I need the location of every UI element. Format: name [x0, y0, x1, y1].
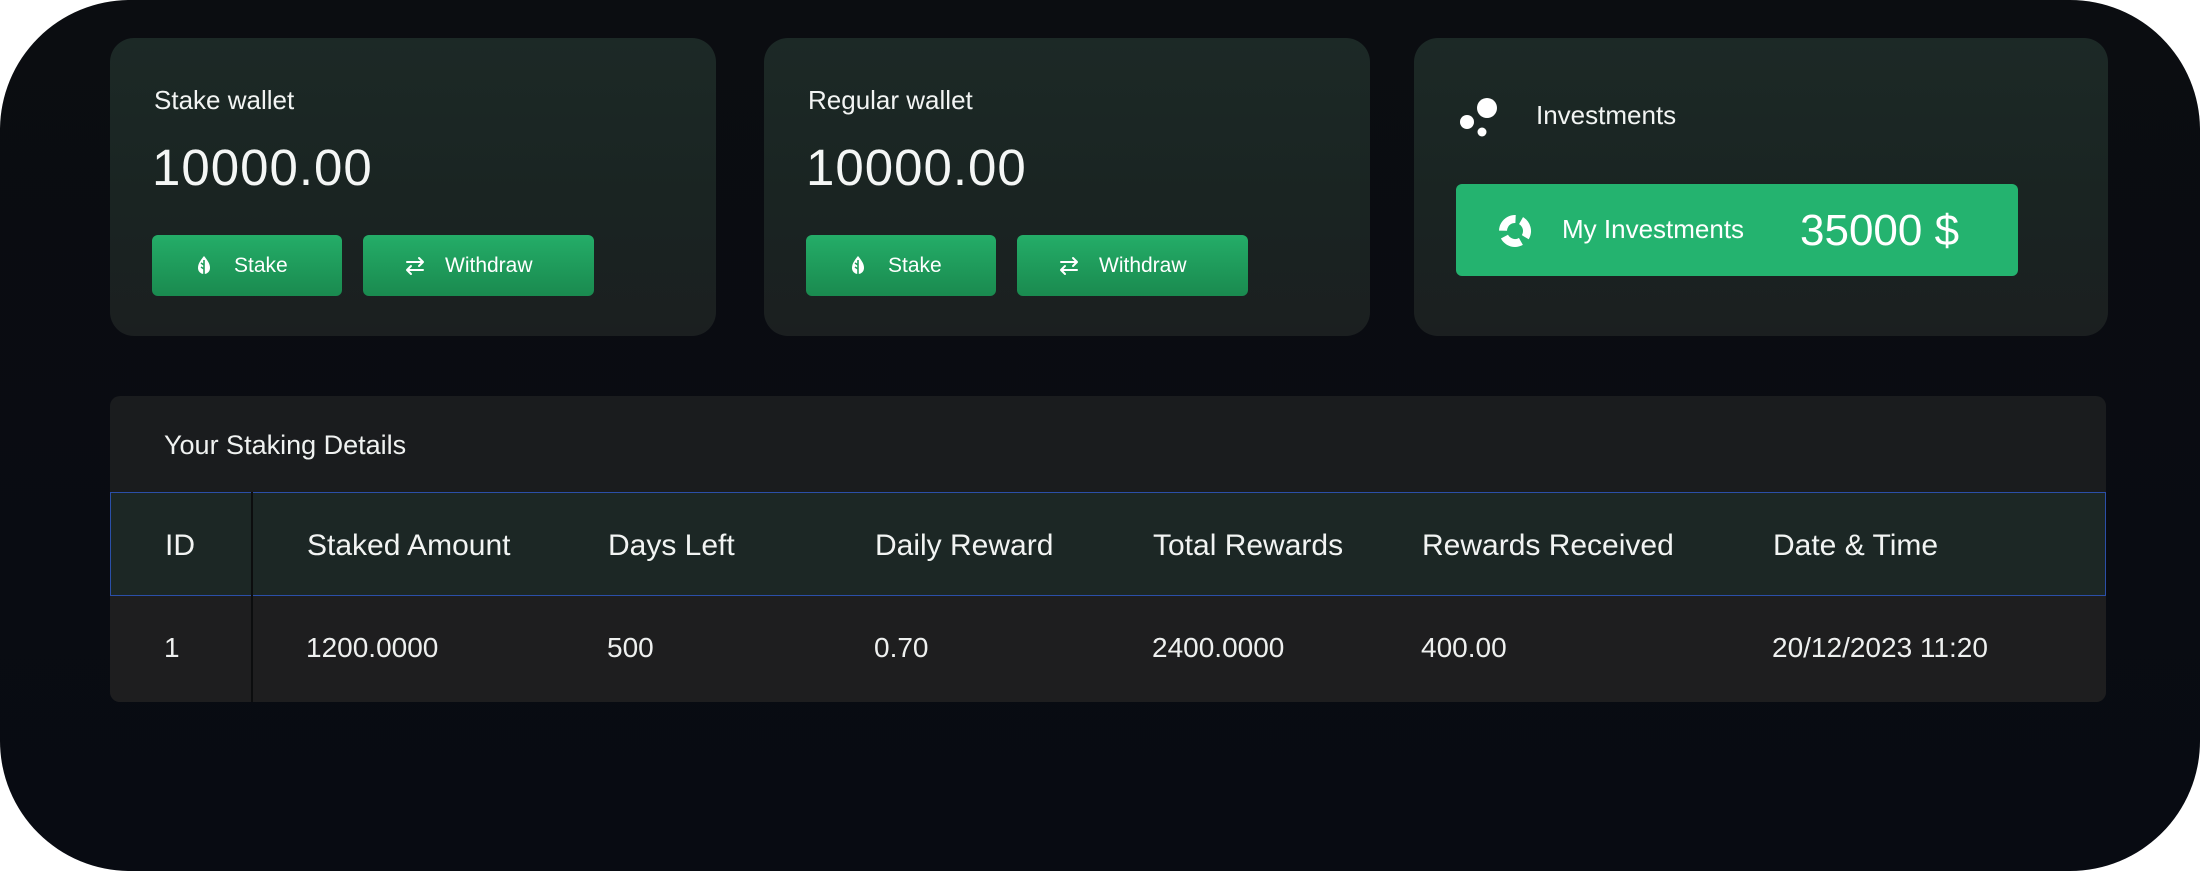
- table-row: 1 1200.0000 500 0.70 2400.0000 400.00 20…: [110, 596, 2106, 702]
- investments-title: Investments: [1536, 100, 1677, 130]
- bubbles-icon: [1458, 96, 1502, 140]
- my-investments-button[interactable]: My Investments 35000 $: [1456, 184, 2018, 276]
- withdraw-button[interactable]: Withdraw: [1017, 235, 1248, 296]
- swap-arrows-icon: [403, 254, 427, 278]
- stake-button-label: Stake: [234, 253, 288, 277]
- cell-days-left: 500: [607, 632, 654, 663]
- column-header-id: ID: [165, 529, 195, 562]
- stake-wallet-card: Stake wallet 10000.00 Stake Withdraw: [110, 38, 716, 336]
- withdraw-button-label: Withdraw: [1099, 253, 1187, 277]
- regular-wallet-balance: 10000.00: [806, 139, 1027, 196]
- cell-rewards-received: 400.00: [1421, 632, 1507, 663]
- my-investments-value: 35000 $: [1800, 206, 1960, 255]
- cell-date-time: 20/12/2023 11:20: [1772, 632, 1988, 663]
- regular-wallet-title: Regular wallet: [808, 85, 973, 115]
- column-header-staked-amount: Staked Amount: [307, 529, 511, 562]
- column-header-daily-reward: Daily Reward: [875, 529, 1054, 562]
- column-header-total-rewards: Total Rewards: [1153, 529, 1344, 562]
- regular-wallet-card: Regular wallet 10000.00 Stake Withdraw: [764, 38, 1370, 336]
- column-header-days-left: Days Left: [608, 529, 735, 562]
- cell-daily-reward: 0.70: [874, 632, 929, 663]
- donut-chart-icon: [1498, 214, 1532, 248]
- stake-button[interactable]: Stake: [152, 235, 342, 296]
- my-investments-label: My Investments: [1562, 214, 1745, 244]
- withdraw-button[interactable]: Withdraw: [363, 235, 594, 296]
- stake-wallet-title: Stake wallet: [154, 85, 295, 115]
- leaf-drop-icon: [846, 254, 870, 278]
- stake-button[interactable]: Stake: [806, 235, 996, 296]
- column-divider: [251, 492, 253, 702]
- stake-wallet-balance: 10000.00: [152, 139, 373, 196]
- table-header: ID Staked Amount Days Left Daily Reward …: [110, 492, 2106, 596]
- staking-details-title: Your Staking Details: [164, 430, 407, 460]
- cell-total-rewards: 2400.0000: [1152, 632, 1285, 663]
- stake-button-label: Stake: [888, 253, 942, 277]
- withdraw-button-label: Withdraw: [445, 253, 533, 277]
- column-header-rewards-received: Rewards Received: [1422, 529, 1674, 562]
- investments-card: Investments My Investments 35000 $: [1414, 38, 2108, 336]
- leaf-drop-icon: [192, 254, 216, 278]
- staking-details-panel: Your Staking Details ID Staked Amount Da…: [110, 396, 2106, 702]
- column-header-date-time: Date & Time: [1773, 529, 1939, 562]
- swap-arrows-icon: [1057, 254, 1081, 278]
- cell-id: 1: [164, 632, 180, 663]
- app-frame: Stake wallet 10000.00 Stake Withdraw Reg…: [0, 0, 2200, 871]
- cell-staked-amount: 1200.0000: [306, 632, 439, 663]
